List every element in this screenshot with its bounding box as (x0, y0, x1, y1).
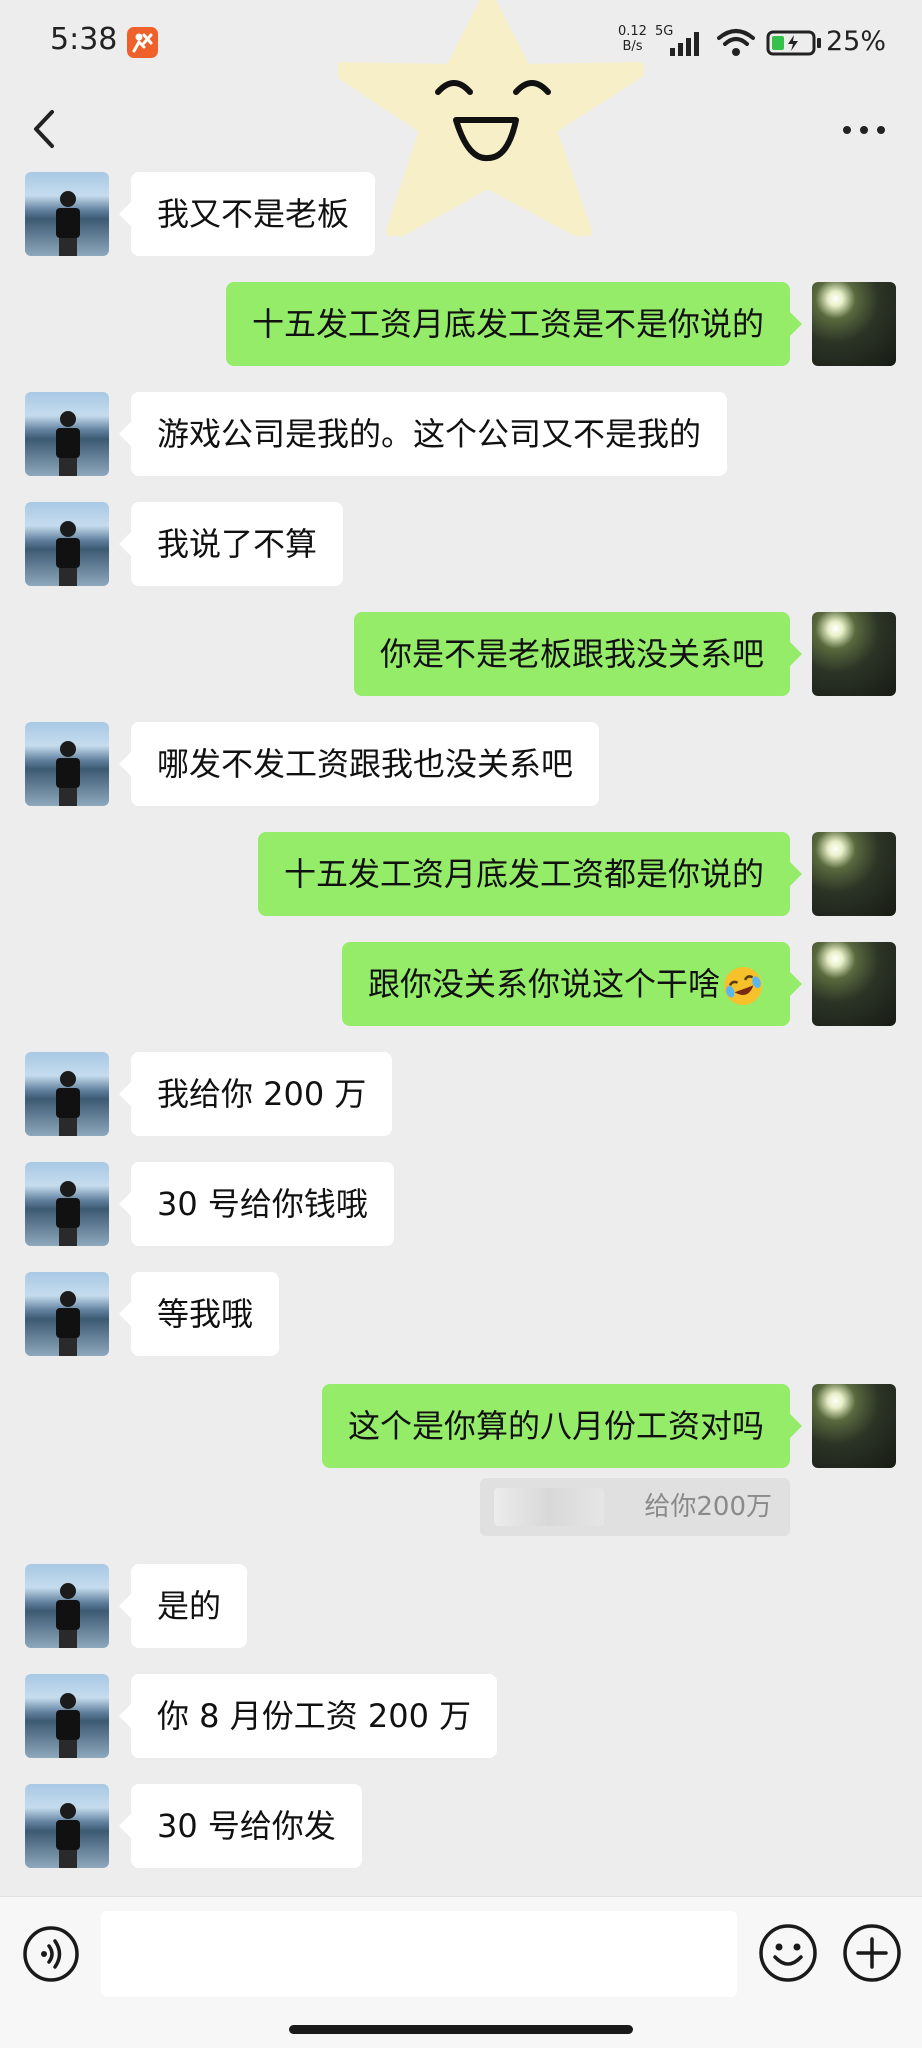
message-bubble[interactable]: 哪发不发工资跟我也没关系吧 (118, 722, 600, 806)
contact-avatar[interactable] (25, 1272, 109, 1356)
contact-avatar[interactable] (25, 1674, 109, 1758)
contact-avatar[interactable] (25, 722, 109, 806)
message-bubble[interactable]: 十五发工资月底发工资都是你说的 (257, 832, 803, 916)
message-bubble[interactable]: 这个是你算的八月份工资对吗 (321, 1384, 803, 1468)
message-bubble[interactable]: 十五发工资月底发工资是不是你说的 (225, 282, 803, 366)
quoted-message-text: 给你200万 (644, 1492, 772, 1522)
blurred-quote-sender (494, 1488, 604, 1526)
message-bubble[interactable]: 30 号给你钱哦 (119, 1162, 394, 1246)
message-bubble[interactable]: 是的 (118, 1564, 248, 1648)
input-bar (0, 1896, 922, 2048)
message-bubble[interactable]: 30 号给你发 (119, 1784, 362, 1868)
battery-icon (766, 30, 821, 56)
emoji-icon[interactable] (758, 1923, 818, 1983)
my-avatar[interactable] (812, 612, 896, 696)
message-text: 跟你没关系你说这个干啥 (367, 965, 720, 1003)
contact-avatar[interactable] (25, 1052, 109, 1136)
status-time: 5:38 (50, 22, 118, 57)
plus-icon[interactable] (842, 1923, 902, 1983)
contact-avatar[interactable] (25, 172, 109, 256)
message-bubble[interactable]: 游戏公司是我的。这个公司又不是我的 (118, 392, 728, 476)
my-avatar[interactable] (812, 942, 896, 1026)
wifi-icon (717, 29, 755, 56)
message-bubble[interactable]: 你是不是老板跟我没关系吧 (353, 612, 803, 696)
contact-avatar[interactable] (25, 1564, 109, 1648)
message-bubble[interactable]: 跟你没关系你说这个干啥 (341, 942, 803, 1026)
message-bubble[interactable]: 我给你 200 万 (118, 1052, 393, 1136)
contact-avatar[interactable] (25, 392, 109, 476)
laughing-crying-face-icon (724, 967, 762, 1005)
message-bubble[interactable]: 我说了不算 (118, 502, 344, 586)
contact-avatar[interactable] (25, 1784, 109, 1868)
my-avatar[interactable] (812, 832, 896, 916)
signal-icon (670, 32, 699, 56)
contact-avatar[interactable] (25, 502, 109, 586)
my-avatar[interactable] (812, 282, 896, 366)
message-bubble[interactable]: 我又不是老板 (118, 172, 376, 256)
message-bubble[interactable]: 你 8 月份工资 200 万 (118, 1674, 498, 1758)
back-icon[interactable] (30, 108, 60, 150)
message-bubble[interactable]: 等我哦 (118, 1272, 280, 1356)
contact-avatar[interactable] (25, 1162, 109, 1246)
quoted-message[interactable]: 给你200万 (480, 1478, 790, 1536)
my-avatar[interactable] (812, 1384, 896, 1468)
home-indicator[interactable] (289, 2025, 633, 2034)
battery-percent: 25% (826, 26, 887, 57)
message-input[interactable] (101, 1911, 737, 1997)
app-notification-icon (127, 27, 158, 58)
more-options-icon[interactable] (842, 124, 886, 136)
voice-input-icon[interactable] (22, 1925, 80, 1983)
star-sticker-icon (338, 0, 644, 236)
